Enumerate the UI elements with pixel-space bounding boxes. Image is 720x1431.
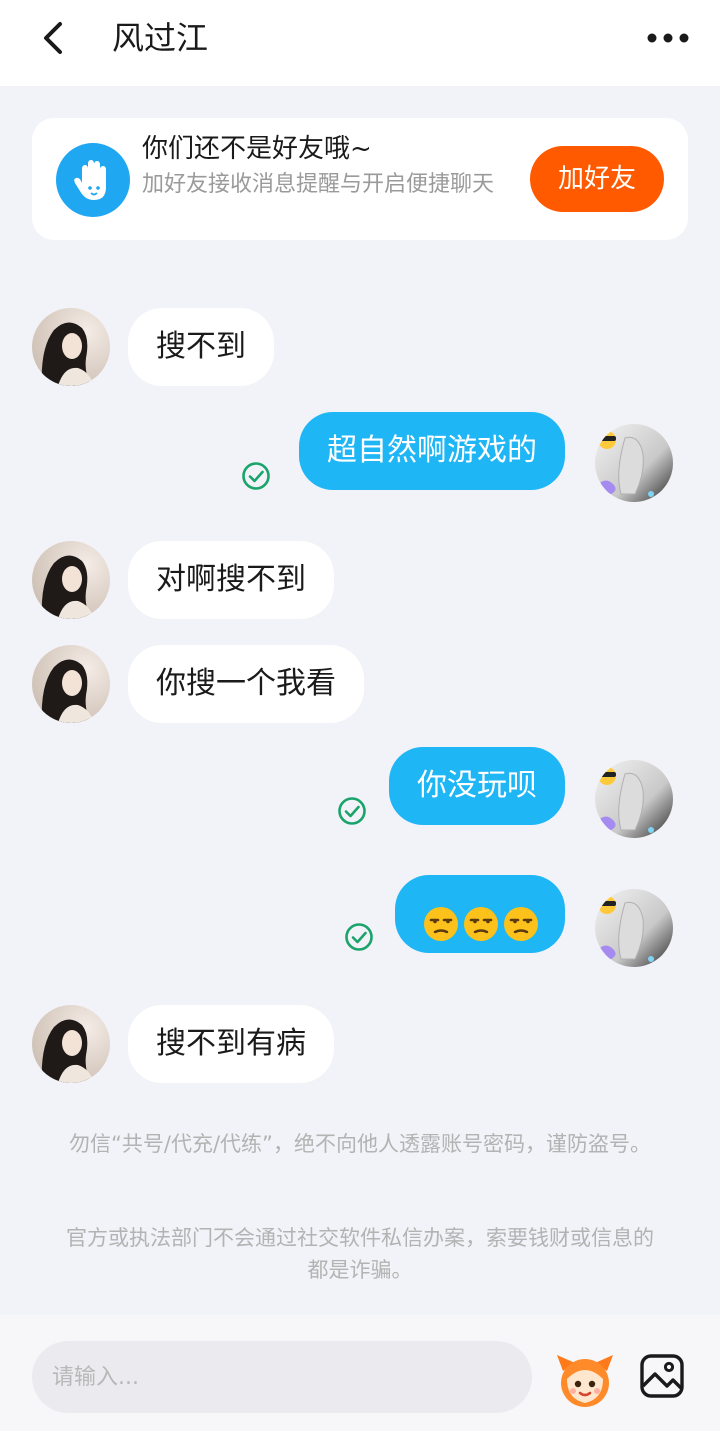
friend-prompt-description: 加好友接收消息提醒与开启便捷聊天	[142, 172, 495, 197]
unamused-face-icon	[424, 907, 458, 941]
back-button[interactable]	[34, 18, 74, 58]
message-text: 😒😒😒	[423, 875, 424, 876]
more-dots-icon	[647, 33, 689, 43]
my-avatar[interactable]	[595, 889, 673, 967]
add-friend-button[interactable]: 加好友	[530, 146, 664, 212]
message-bubble[interactable]: 搜不到	[128, 308, 274, 386]
read-check-icon	[344, 922, 374, 952]
read-check-icon	[337, 796, 367, 826]
my-avatar[interactable]	[595, 424, 673, 502]
message-input[interactable]	[32, 1341, 532, 1413]
contact-avatar[interactable]	[32, 308, 110, 386]
header-bar: 风过江	[0, 0, 720, 86]
my-avatar[interactable]	[595, 760, 673, 838]
message-bubble[interactable]: 对啊搜不到	[128, 541, 334, 619]
contact-avatar[interactable]	[32, 541, 110, 619]
emoji-message-bubble[interactable]: 😒😒😒	[395, 875, 565, 953]
chat-title: 风过江	[112, 19, 209, 57]
friend-prompt-title: 你们还不是好友哦~	[142, 134, 372, 164]
contact-avatar[interactable]	[32, 1005, 110, 1083]
unamused-face-icon	[464, 907, 498, 941]
contact-avatar[interactable]	[32, 645, 110, 723]
more-button[interactable]	[644, 28, 692, 48]
image-button[interactable]	[638, 1352, 686, 1400]
friend-prompt-card: 你们还不是好友哦~ 加好友接收消息提醒与开启便捷聊天 加好友	[32, 118, 688, 240]
unamused-face-icon	[504, 907, 538, 941]
mascot-emoji-icon	[557, 1355, 613, 1407]
chevron-left-icon	[44, 22, 62, 54]
fraud-notice: 官方或执法部门不会通过社交软件私信办案，索要钱财或信息的都是诈骗。	[66, 1226, 654, 1282]
mascot-emoji-button[interactable]	[553, 1349, 617, 1413]
composer-bar	[0, 1315, 720, 1431]
message-bubble[interactable]: 你没玩呗	[389, 747, 565, 825]
message-bubble[interactable]: 搜不到有病	[128, 1005, 334, 1083]
hand-icon	[56, 143, 130, 217]
image-icon	[640, 1354, 684, 1398]
read-check-icon	[241, 461, 271, 491]
message-bubble[interactable]: 你搜一个我看	[128, 645, 364, 723]
message-bubble[interactable]: 超自然啊游戏的	[299, 412, 565, 490]
security-notice: 勿信“共号/代充/代练”，绝不向他人透露账号密码，谨防盗号。	[69, 1132, 651, 1156]
